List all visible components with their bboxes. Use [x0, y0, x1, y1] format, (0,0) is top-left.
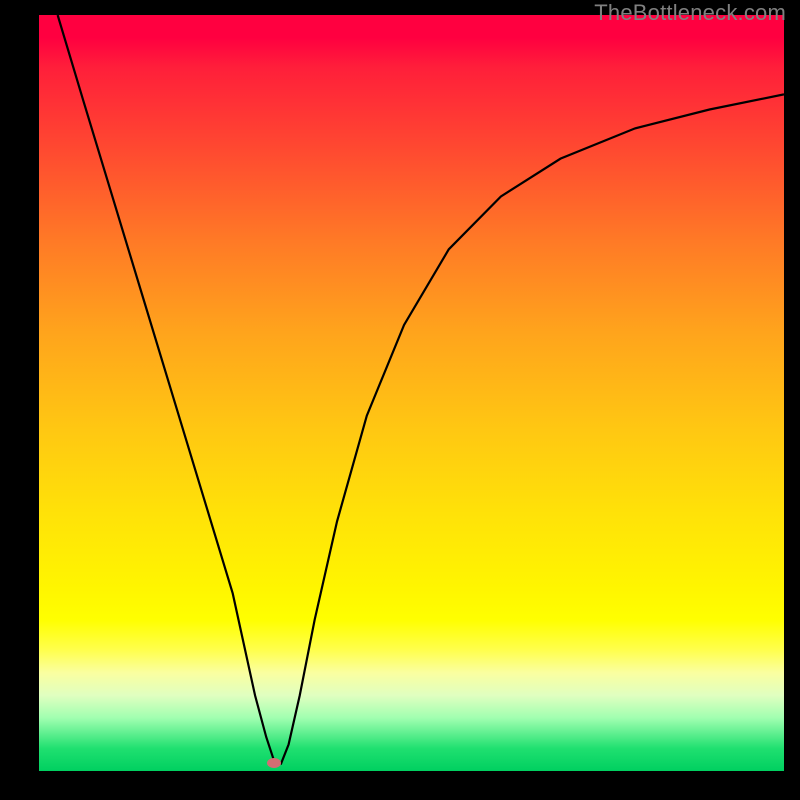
chart-frame: TheBottleneck.com [0, 0, 800, 800]
pink-marker-icon [267, 758, 281, 768]
plot-area [39, 15, 784, 771]
watermark-text: TheBottleneck.com [594, 0, 786, 26]
curve-layer [39, 15, 784, 771]
curve-path [58, 15, 784, 763]
